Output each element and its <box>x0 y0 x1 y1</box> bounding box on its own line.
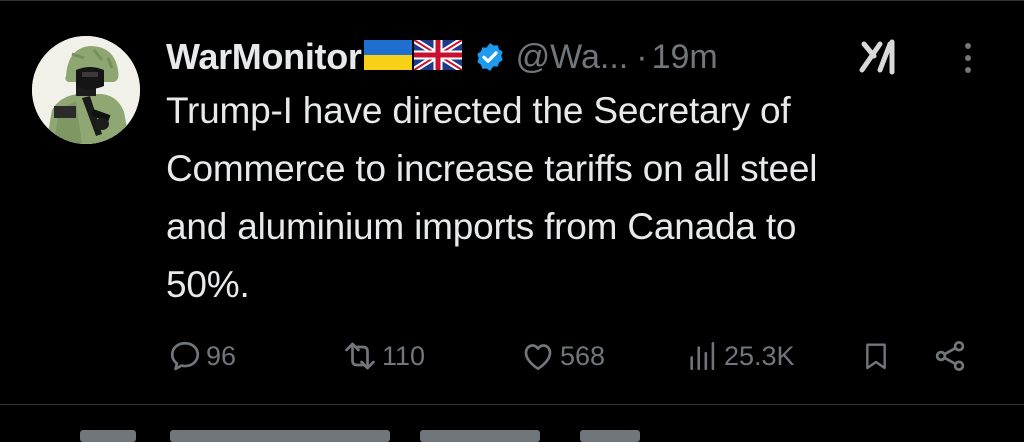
tweet-text-line: and aluminium imports from Canada to <box>166 206 797 247</box>
reply-icon <box>166 338 204 374</box>
heart-icon <box>518 338 558 374</box>
repost-icon <box>338 338 382 374</box>
display-name[interactable]: WarMonitor <box>166 36 362 78</box>
next-tweet-icon <box>80 430 136 442</box>
avatar[interactable] <box>32 36 140 144</box>
bookmark-button[interactable] <box>860 334 892 378</box>
verified-badge-icon[interactable] <box>474 41 506 73</box>
grok-icon[interactable] <box>858 36 902 81</box>
soldier-avatar-icon <box>32 36 140 144</box>
reply-button[interactable]: 96 <box>166 334 236 378</box>
tweet-text-line: 50%. <box>166 264 250 305</box>
bookmark-icon <box>860 338 892 374</box>
views-button[interactable]: 25.3K <box>686 334 795 378</box>
repost-button[interactable]: 110 <box>338 334 425 378</box>
timestamp[interactable]: 19m <box>652 38 718 77</box>
more-vertical-icon[interactable] <box>958 40 978 81</box>
next-tweet-text-fragment <box>580 430 640 442</box>
action-bar: 96 110 568 25.3K <box>166 334 986 378</box>
views-count: 25.3K <box>724 340 795 371</box>
tweet-text-line: Commerce to increase tariffs on all stee… <box>166 148 818 189</box>
ukraine-flag-icon <box>363 39 412 75</box>
uk-flag-icon <box>412 36 464 75</box>
separator-dot: · <box>636 37 648 76</box>
repost-count: 110 <box>382 340 426 371</box>
handle[interactable]: @Wa... <box>516 38 629 77</box>
next-tweet-text-fragment <box>170 430 390 442</box>
next-tweet-text-fragment <box>420 430 540 442</box>
tweet-header: WarMonitor @Wa... · 19m <box>166 34 718 80</box>
next-tweet-preview <box>80 430 780 442</box>
views-icon <box>686 338 720 374</box>
reply-count: 96 <box>206 340 237 371</box>
share-button[interactable] <box>930 334 970 378</box>
tweet-text: Trump-I have directed the Secretary of C… <box>166 82 986 314</box>
bottom-divider <box>0 404 1024 405</box>
like-button[interactable]: 568 <box>518 334 605 378</box>
like-count: 568 <box>560 340 606 371</box>
share-icon <box>930 338 970 374</box>
tweet-text-line: Trump-I have directed the Secretary of <box>166 90 791 131</box>
tweet[interactable]: WarMonitor @Wa... · 19m Trump-I have dir… <box>0 0 1024 404</box>
